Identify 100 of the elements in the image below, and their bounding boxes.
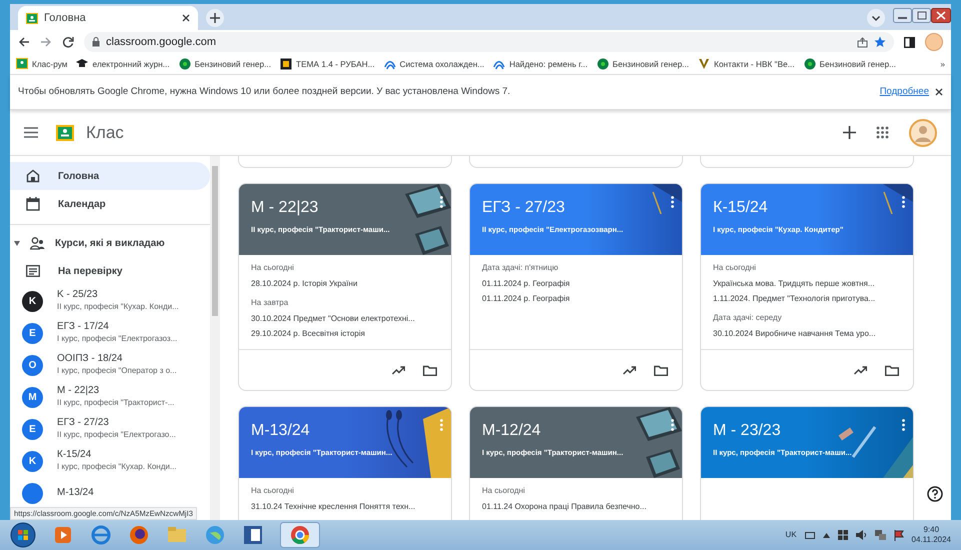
more-options-icon[interactable] — [902, 419, 905, 431]
classroom-logo-icon — [56, 124, 74, 140]
windows-flag-icon[interactable] — [838, 530, 848, 540]
course-avatar: K — [22, 290, 43, 312]
course-name[interactable]: ООІПЗ - 18/24 — [57, 353, 177, 365]
trending-up-icon[interactable] — [854, 366, 867, 374]
course-card[interactable] — [700, 183, 914, 391]
trending-up-icon[interactable] — [392, 366, 405, 374]
bookmark[interactable]: Бензиновий генер... — [596, 58, 689, 70]
folder-icon[interactable] — [885, 364, 899, 376]
course-title[interactable]: М - 23/23 — [713, 419, 887, 443]
scrollbar[interactable] — [210, 156, 220, 520]
flag-icon[interactable] — [894, 530, 904, 540]
course-title[interactable]: К-15/24 — [713, 196, 887, 220]
language-indicator[interactable]: UK — [785, 529, 797, 541]
address-bar[interactable]: classroom.google.com — [84, 32, 894, 52]
dropdown-icon[interactable] — [867, 9, 885, 27]
clock-date[interactable]: 04.11.2024 — [912, 535, 951, 545]
plus-icon[interactable] — [843, 126, 856, 139]
v-logo-icon — [698, 58, 710, 70]
classroom-icon — [26, 12, 38, 24]
more-options-icon[interactable] — [671, 419, 674, 431]
new-tab-icon[interactable] — [206, 9, 224, 27]
more-options-icon[interactable] — [902, 196, 905, 208]
network-icon[interactable] — [874, 530, 886, 540]
folder-icon[interactable] — [423, 364, 437, 376]
window-controls-icon[interactable] — [893, 8, 951, 24]
bookmark[interactable]: Бензиновий генер... — [804, 58, 896, 70]
course-name[interactable]: ЕГЗ - 27/23 — [57, 417, 176, 429]
caret-icon[interactable] — [14, 240, 20, 246]
tray-arrow-icon[interactable] — [822, 532, 830, 538]
forward-icon[interactable] — [40, 36, 52, 48]
section-heading: На сьогодні — [251, 485, 295, 497]
bookmark[interactable]: Бензиновий генер... — [178, 58, 272, 70]
course-title[interactable]: М-13/24 — [251, 419, 425, 443]
star-icon[interactable] — [874, 36, 886, 48]
assignment-link[interactable]: 01.11.2024 р. Географія — [482, 276, 670, 292]
document-app-icon[interactable] — [242, 524, 264, 546]
browser-tab[interactable]: Головна — [18, 6, 198, 30]
bookmark[interactable]: ТЕМА 1.4 - РУБАН... — [280, 58, 375, 70]
section-heading: На завтра — [251, 297, 290, 310]
help-icon[interactable] — [927, 486, 943, 502]
course-avatar: O — [22, 354, 43, 376]
tablet-drawing — [636, 407, 682, 478]
bookmark[interactable]: Клас-рум — [16, 58, 68, 70]
side-panel-icon[interactable] — [904, 36, 915, 48]
more-bookmarks-button[interactable]: » — [940, 58, 945, 70]
back-icon[interactable] — [18, 36, 30, 48]
trending-up-icon[interactable] — [623, 366, 636, 374]
bookmark[interactable]: Найдено: ремень г... — [493, 58, 588, 70]
course-title[interactable]: ЕГЗ - 27/23 — [482, 196, 656, 220]
assignment-link[interactable]: 28.10.2024 р. Історія України — [251, 276, 439, 292]
fox-browser-icon[interactable] — [128, 524, 150, 546]
apps-grid-icon[interactable] — [876, 126, 889, 139]
keyboard-icon[interactable] — [804, 532, 815, 538]
bookmark[interactable]: електронний журн... — [76, 58, 170, 70]
media-player-icon[interactable] — [52, 524, 74, 546]
folder-icon[interactable] — [654, 364, 668, 376]
sidebar-item[interactable]: Календар — [10, 190, 210, 218]
more-options-icon[interactable] — [440, 196, 443, 208]
clock-time[interactable]: 9:40 — [912, 525, 951, 535]
bookmark[interactable]: Контакти - НВК "Ве... — [698, 58, 795, 70]
course-title[interactable]: М-12/24 — [482, 419, 656, 443]
chrome-icon[interactable] — [280, 522, 320, 548]
assignment-link[interactable]: 01.11.2024 р. Географія — [482, 291, 670, 306]
browser-icon[interactable] — [90, 524, 112, 546]
speaker-icon[interactable] — [856, 530, 867, 540]
course-title[interactable]: М - 22|23 — [251, 196, 425, 220]
reload-icon[interactable] — [62, 36, 74, 48]
sidebar-item[interactable]: На перевірку — [10, 257, 210, 285]
course-description: ІІ курс, професія "Електрогазо... — [57, 429, 176, 441]
assignment-link[interactable]: 31.10.24 Технічне креслення Поняття техн... — [251, 499, 439, 514]
course-name[interactable]: М-13/24 — [57, 487, 94, 499]
sidebar-item[interactable]: Головна — [10, 162, 210, 190]
assignment-link[interactable]: 30.10.2024 Виробниче навчання Тема уро... — [713, 326, 901, 342]
menu-icon[interactable] — [24, 127, 38, 138]
tablet-drawing — [405, 184, 451, 255]
assignment-link[interactable]: Українська мова. Тридцять перше жовтня... — [713, 276, 901, 292]
close-icon[interactable] — [182, 14, 190, 22]
app-title: Клас — [86, 122, 124, 144]
course-name[interactable]: ЕГЗ - 17/24 — [57, 321, 178, 333]
close-icon[interactable] — [935, 88, 943, 96]
course-name[interactable]: К-15/24 — [57, 449, 177, 461]
people-icon — [30, 236, 45, 250]
assignment-link[interactable]: 30.10.2024 Предмет "Основи електротехні... — [251, 311, 439, 326]
section-heading: На сьогодні — [251, 262, 295, 274]
assignment-link[interactable]: 29.10.2024 р. Всесвітня історія — [251, 326, 439, 342]
bookmark[interactable]: Система охолажден... — [384, 58, 484, 70]
assignment-link[interactable]: 01.11.24 Охорона праці Правила безпечно... — [482, 499, 670, 514]
course-name[interactable]: М - 22|23 — [57, 385, 174, 397]
assignment-link[interactable]: 1.11.2024. Предмет "Технологія приготува... — [713, 291, 901, 306]
tab-title: Головна — [44, 10, 87, 26]
learn-more-link[interactable]: Подробнее — [880, 84, 929, 100]
more-options-icon[interactable] — [671, 196, 674, 208]
sidebar-item[interactable]: Курси, які я викладаю — [10, 229, 210, 257]
circle-icon — [178, 58, 191, 70]
start-button[interactable] — [10, 522, 36, 548]
section-heading: Дата здачі: п'ятницю — [482, 262, 560, 274]
course-name[interactable]: K - 25/23 — [57, 289, 179, 301]
share-icon[interactable] — [857, 36, 868, 48]
